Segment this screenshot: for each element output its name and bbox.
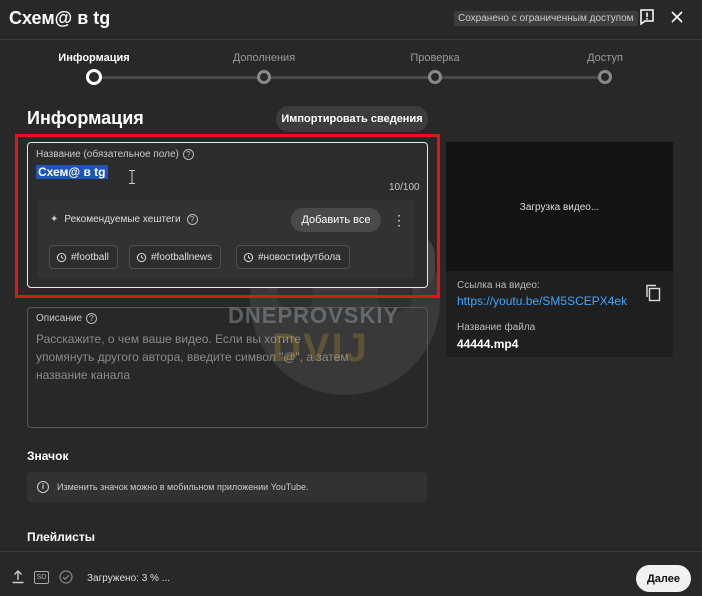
description-field-label: Описание? bbox=[36, 313, 98, 325]
feedback-icon bbox=[640, 9, 654, 25]
step-label-extras[interactable]: Дополнения bbox=[233, 52, 295, 64]
section-title: Информация bbox=[27, 108, 144, 128]
close-button[interactable] bbox=[667, 7, 687, 27]
feedback-button[interactable] bbox=[637, 7, 657, 27]
help-icon[interactable]: ? bbox=[86, 313, 98, 324]
upload-icon[interactable] bbox=[11, 570, 25, 584]
step-label-visibility[interactable]: Доступ bbox=[587, 52, 623, 64]
stepper-line bbox=[435, 76, 605, 79]
playlists-title: Плейлисты bbox=[27, 530, 95, 544]
step-label-checks[interactable]: Проверка bbox=[410, 52, 459, 64]
check-circle-icon[interactable] bbox=[59, 570, 73, 584]
video-loading-text: Загрузка видео... bbox=[519, 202, 600, 213]
thumbnail-title: Значок bbox=[27, 449, 69, 463]
copy-icon[interactable] bbox=[645, 284, 661, 302]
sd-quality-icon[interactable]: SD bbox=[34, 571, 49, 584]
upload-stepper: Информация Дополнения Проверка Доступ bbox=[0, 44, 702, 92]
close-icon bbox=[671, 11, 683, 23]
watermark-text-secondary: DVIJ bbox=[272, 326, 369, 370]
upload-status-text: Загружено: 3 % ... bbox=[87, 573, 171, 584]
step-dot-extras[interactable] bbox=[257, 70, 271, 84]
video-link-label: Ссылка на видео: bbox=[457, 280, 540, 291]
description-label-text: Описание bbox=[36, 313, 83, 325]
video-preview: Загрузка видео... bbox=[446, 142, 673, 271]
step-label-info[interactable]: Информация bbox=[58, 52, 129, 64]
filename-value: 44444.mp4 bbox=[457, 337, 519, 351]
step-dot-checks[interactable] bbox=[428, 70, 442, 84]
video-link[interactable]: https://youtu.be/SM5SCEPX4ek bbox=[457, 294, 627, 308]
import-details-button[interactable]: Импортировать сведения bbox=[276, 106, 428, 132]
thumbnail-note-text: Изменить значок можно в мобильном прилож… bbox=[57, 482, 309, 492]
stepper-line bbox=[264, 76, 435, 79]
stepper-line bbox=[94, 76, 264, 79]
next-button[interactable]: Далее bbox=[636, 565, 691, 592]
dialog-title: Схем@ в tg bbox=[9, 8, 111, 28]
step-dot-info[interactable] bbox=[86, 69, 102, 85]
step-dot-visibility[interactable] bbox=[598, 70, 612, 84]
saved-status-badge: Сохранено с ограниченным доступом bbox=[454, 11, 638, 26]
filename-label: Название файла bbox=[457, 322, 536, 333]
info-icon: i bbox=[37, 481, 49, 493]
highlight-annotation-frame bbox=[15, 134, 440, 298]
